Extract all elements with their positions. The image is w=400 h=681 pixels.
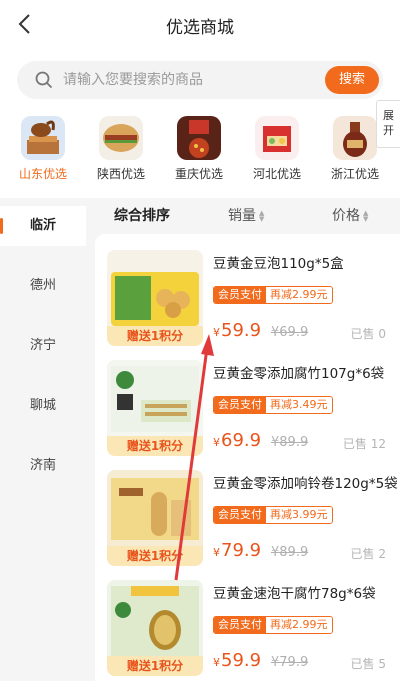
gift-points-badge: 赠送1积分: [107, 326, 203, 346]
product-price: ¥59.9: [213, 650, 261, 671]
city-nav: 临沂 德州 济宁 聊城 济南: [0, 198, 86, 681]
product-list: 赠送1积分 豆黄金豆泡110g*5盒 会员支付 再减2.99元 ¥59.9 ¥6…: [95, 234, 400, 681]
search-icon: [35, 71, 53, 89]
nav-item-jinan[interactable]: 济南: [0, 446, 86, 486]
sort-price[interactable]: 价格 ▲ ▼: [332, 198, 368, 234]
sort-price-label: 价格: [332, 208, 360, 224]
product-name: 豆黄金零添加响铃卷120g*5袋: [213, 476, 398, 492]
sold-count: 已售 0: [350, 327, 386, 341]
expand-label-2: 开: [383, 124, 394, 137]
product-card[interactable]: 赠送1积分 豆黄金零添加响铃卷120g*5袋 会员支付 再减3.99元 ¥79.…: [95, 456, 400, 566]
sort-bar: 综合排序 销量 ▲ ▼ 价格 ▲ ▼: [86, 198, 400, 234]
expand-button[interactable]: 展 开: [376, 100, 400, 148]
sort-arrows-icon: ▲ ▼: [363, 209, 369, 223]
province-image: [333, 116, 377, 160]
member-discount-tag: 会员支付 再减3.49元: [213, 396, 333, 414]
province-tab-shandong[interactable]: 山东优选: [12, 112, 74, 188]
province-image: [99, 116, 143, 160]
active-indicator: [0, 218, 3, 234]
original-price: ¥89.9: [271, 435, 309, 450]
currency-symbol: ¥: [213, 436, 220, 449]
nav-item-label: 聊城: [29, 398, 56, 413]
product-price: ¥59.9: [213, 320, 261, 341]
expand-label-1: 展: [383, 109, 394, 122]
nav-item-linyi[interactable]: 临沂: [0, 206, 86, 246]
page: 优选商城 搜索 山东优选: [0, 0, 400, 681]
member-pay-label: 会员支付: [214, 287, 266, 303]
original-price: ¥89.9: [271, 545, 309, 560]
product-image: 赠送1积分: [107, 250, 203, 346]
discount-label: 再减2.99元: [266, 287, 332, 303]
nav-item-dezhou[interactable]: 德州: [0, 266, 86, 306]
sort-comprehensive[interactable]: 综合排序: [114, 198, 170, 234]
product-image: 赠送1积分: [107, 470, 203, 566]
province-tabs: 山东优选 陕西优选 重庆优选 河北优选 浙江优选 展 开: [0, 100, 400, 188]
gift-points-badge: 赠送1积分: [107, 656, 203, 676]
product-card[interactable]: 赠送1积分 豆黄金速泡干腐竹78g*6袋 会员支付 再减2.99元 ¥59.9 …: [95, 566, 400, 676]
sort-sales-label: 销量: [228, 208, 256, 224]
product-image: 赠送1积分: [107, 360, 203, 456]
province-tab-shaanxi[interactable]: 陕西优选: [90, 112, 152, 188]
price-value: 79.9: [221, 540, 262, 561]
nav-item-liaocheng[interactable]: 聊城: [0, 386, 86, 426]
nav-item-label: 临沂: [29, 218, 56, 233]
product-name: 豆黄金零添加腐竹107g*6袋: [213, 366, 385, 382]
product-image: 赠送1积分: [107, 580, 203, 676]
currency-symbol: ¥: [213, 656, 220, 669]
price-value: 69.9: [221, 430, 262, 451]
gift-points-badge: 赠送1积分: [107, 546, 203, 566]
gift-points-badge: 赠送1积分: [107, 436, 203, 456]
province-label: 浙江优选: [330, 167, 379, 181]
price-value: 59.9: [221, 320, 262, 341]
original-price: ¥79.9: [271, 655, 309, 670]
sold-count: 已售 12: [342, 437, 386, 451]
sort-sales[interactable]: 销量 ▲ ▼: [228, 198, 264, 234]
member-discount-tag: 会员支付 再减2.99元: [213, 616, 333, 634]
product-card[interactable]: 赠送1积分 豆黄金豆泡110g*5盒 会员支付 再减2.99元 ¥59.9 ¥6…: [95, 236, 400, 346]
sold-count: 已售 5: [350, 657, 386, 671]
member-pay-label: 会员支付: [214, 397, 266, 413]
search-bar: 搜索: [17, 61, 383, 99]
discount-label: 再减3.49元: [266, 397, 332, 413]
product-name: 豆黄金豆泡110g*5盒: [213, 256, 344, 272]
province-label: 河北优选: [252, 167, 301, 181]
discount-label: 再减3.99元: [266, 507, 332, 523]
member-pay-label: 会员支付: [214, 617, 266, 633]
province-tab-chongqing[interactable]: 重庆优选: [168, 112, 230, 188]
nav-item-jining[interactable]: 济宁: [0, 326, 86, 366]
original-price: ¥69.9: [271, 325, 309, 340]
province-label: 陕西优选: [96, 167, 145, 181]
product-card[interactable]: 赠送1积分 豆黄金零添加腐竹107g*6袋 会员支付 再减3.49元 ¥69.9…: [95, 346, 400, 456]
province-label: 山东优选: [18, 167, 67, 181]
sort-arrows-icon: ▲ ▼: [259, 209, 265, 223]
member-discount-tag: 会员支付 再减2.99元: [213, 286, 333, 304]
sold-count: 已售 2: [350, 547, 386, 561]
price-value: 59.9: [221, 650, 262, 671]
discount-label: 再减2.99元: [266, 617, 332, 633]
search-input[interactable]: [63, 67, 293, 93]
currency-symbol: ¥: [213, 326, 220, 339]
product-price: ¥79.9: [213, 540, 261, 561]
nav-item-label: 济南: [29, 458, 56, 473]
product-name: 豆黄金速泡干腐竹78g*6袋: [213, 586, 376, 602]
member-discount-tag: 会员支付 再减3.99元: [213, 506, 333, 524]
province-image: [21, 116, 65, 160]
currency-symbol: ¥: [213, 546, 220, 559]
search-button[interactable]: 搜索: [325, 66, 379, 94]
header: 优选商城: [0, 0, 400, 50]
nav-item-label: 济宁: [29, 338, 56, 353]
province-tab-hebei[interactable]: 河北优选: [246, 112, 308, 188]
page-title: 优选商城: [166, 18, 234, 38]
product-price: ¥69.9: [213, 430, 261, 451]
member-pay-label: 会员支付: [214, 507, 266, 523]
province-label: 重庆优选: [174, 167, 223, 181]
province-image: [255, 116, 299, 160]
nav-item-label: 德州: [29, 278, 56, 293]
province-image: [177, 116, 221, 160]
